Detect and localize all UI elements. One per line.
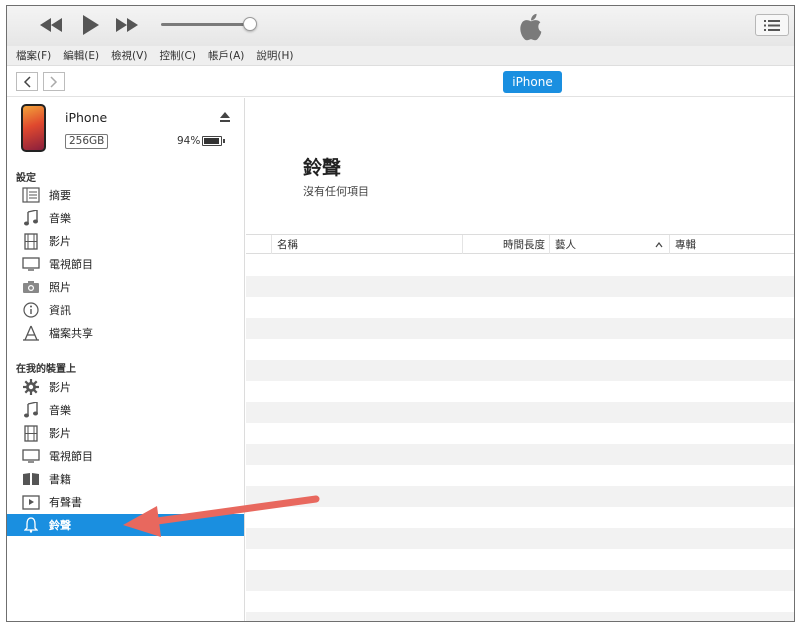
camera-icon [22, 278, 40, 296]
apple-logo-icon [520, 13, 542, 41]
gear-icon [22, 378, 40, 396]
music-icon [22, 401, 40, 419]
sidebar-item-label: 音樂 [49, 212, 71, 225]
film-icon [22, 232, 40, 250]
sidebar-item-label: 檔案共享 [49, 327, 93, 340]
sidebar-item-label: 照片 [49, 281, 71, 294]
sidebar-item-settings_items-4[interactable]: 照片 [7, 276, 244, 298]
sidebar-item-label: 電視節目 [49, 450, 93, 463]
battery-percentage: 94% [177, 135, 201, 147]
sort-ascending-icon [655, 242, 663, 248]
sidebar-item-label: 書籍 [49, 473, 71, 486]
player-toolbar [7, 6, 794, 46]
battery-tip [223, 139, 225, 143]
menu-edit[interactable]: 編輯(E) [63, 48, 99, 63]
battery-icon [202, 136, 222, 146]
sidebar-item-settings_items-1[interactable]: 音樂 [7, 207, 244, 229]
sidebar-item-settings_items-2[interactable]: 影片 [7, 230, 244, 252]
sidebar-item-settings_items-0[interactable]: 摘要 [7, 184, 244, 206]
sidebar-item-settings_items-3[interactable]: 電視節目 [7, 253, 244, 275]
menu-view[interactable]: 檢視(V) [111, 48, 147, 63]
list-icon [764, 19, 780, 31]
menu-controls[interactable]: 控制(C) [159, 48, 196, 63]
sidebar-item-ondevice_items-6[interactable]: 鈴聲 [7, 514, 244, 536]
on-device-section-title: 在我的裝置上 [16, 364, 76, 375]
sidebar-item-label: 有聲書 [49, 496, 82, 509]
page-title: 鈴聲 [303, 157, 342, 179]
sidebar-item-settings_items-5[interactable]: 資訊 [7, 299, 244, 321]
column-name[interactable]: 名稱 [271, 235, 462, 254]
sidebar-item-ondevice_items-0[interactable]: 影片 [7, 376, 244, 398]
device-name: iPhone [65, 110, 108, 125]
volume-track[interactable] [161, 23, 249, 26]
sidebar-item-ondevice_items-3[interactable]: 電視節目 [7, 445, 244, 467]
sidebar-item-ondevice_items-1[interactable]: 音樂 [7, 399, 244, 421]
itunes-window: 檔案(F) 編輯(E) 檢視(V) 控制(C) 帳戶(A) 說明(H) iPho… [6, 5, 795, 622]
sidebar: iPhone 256GB 94% 設定 摘要 音樂 影片 電視節目 照片 資訊 檔案共享 在… [7, 98, 245, 621]
column-album[interactable]: 專輯 [669, 235, 789, 254]
music-icon [22, 209, 40, 227]
sidebar-item-label: 資訊 [49, 304, 71, 317]
info-icon [22, 301, 40, 319]
sidebar-item-label: 影片 [49, 235, 71, 248]
column-artist-label: 藝人 [555, 239, 576, 251]
fast-forward-button[interactable] [113, 13, 141, 37]
play-icon [83, 15, 99, 35]
capacity-badge: 256GB [65, 134, 109, 149]
forward-button[interactable] [43, 72, 65, 91]
settings-section-title: 設定 [16, 173, 36, 184]
sidebar-item-ondevice_items-2[interactable]: 影片 [7, 422, 244, 444]
sidebar-item-label: 電視節目 [49, 258, 93, 271]
sidebar-item-label: 影片 [49, 427, 71, 440]
book-icon [22, 470, 40, 488]
menu-account[interactable]: 帳戶(A) [208, 48, 244, 63]
empty-message: 沒有任何項目 [303, 185, 369, 198]
table-rows [246, 255, 794, 621]
sidebar-item-ondevice_items-5[interactable]: 有聲書 [7, 491, 244, 513]
main-content: 鈴聲 沒有任何項目 名稱 時間長度 藝人 專輯 [246, 98, 794, 621]
rewind-button[interactable] [37, 13, 65, 37]
tv-icon [22, 447, 40, 465]
sidebar-item-label: 鈴聲 [49, 519, 71, 532]
sidebar-item-settings_items-6[interactable]: 檔案共享 [7, 322, 244, 344]
volume-slider-knob[interactable] [243, 17, 257, 31]
file-sharing-icon [22, 324, 40, 342]
device-button[interactable]: iPhone [503, 71, 562, 93]
menu-file[interactable]: 檔案(F) [16, 48, 51, 63]
play-button[interactable] [77, 13, 105, 37]
sidebar-item-ondevice_items-4[interactable]: 書籍 [7, 468, 244, 490]
sidebar-item-label: 摘要 [49, 189, 71, 202]
menu-help[interactable]: 說明(H) [256, 48, 293, 63]
bell-icon [22, 516, 40, 534]
film-icon [22, 424, 40, 442]
summary-icon [22, 186, 40, 204]
menu-bar: 檔案(F) 編輯(E) 檢視(V) 控制(C) 帳戶(A) 說明(H) [7, 46, 794, 66]
sidebar-item-label: 影片 [49, 381, 71, 394]
column-check[interactable] [246, 235, 271, 254]
table-header: 名稱 時間長度 藝人 專輯 [246, 234, 794, 254]
chevron-right-icon [50, 75, 58, 88]
audiobook-icon [22, 493, 40, 511]
rewind-icon [40, 18, 62, 32]
fast-forward-icon [116, 18, 138, 32]
back-button[interactable] [16, 72, 38, 91]
tv-icon [22, 255, 40, 273]
column-artist[interactable]: 藝人 [549, 235, 669, 254]
chevron-left-icon [23, 75, 31, 88]
eject-icon[interactable] [219, 111, 231, 123]
navigation-bar: iPhone [7, 67, 794, 97]
device-thumbnail [21, 104, 46, 152]
list-view-button[interactable] [755, 14, 789, 36]
column-duration[interactable]: 時間長度 [462, 235, 549, 254]
sidebar-item-label: 音樂 [49, 404, 71, 417]
